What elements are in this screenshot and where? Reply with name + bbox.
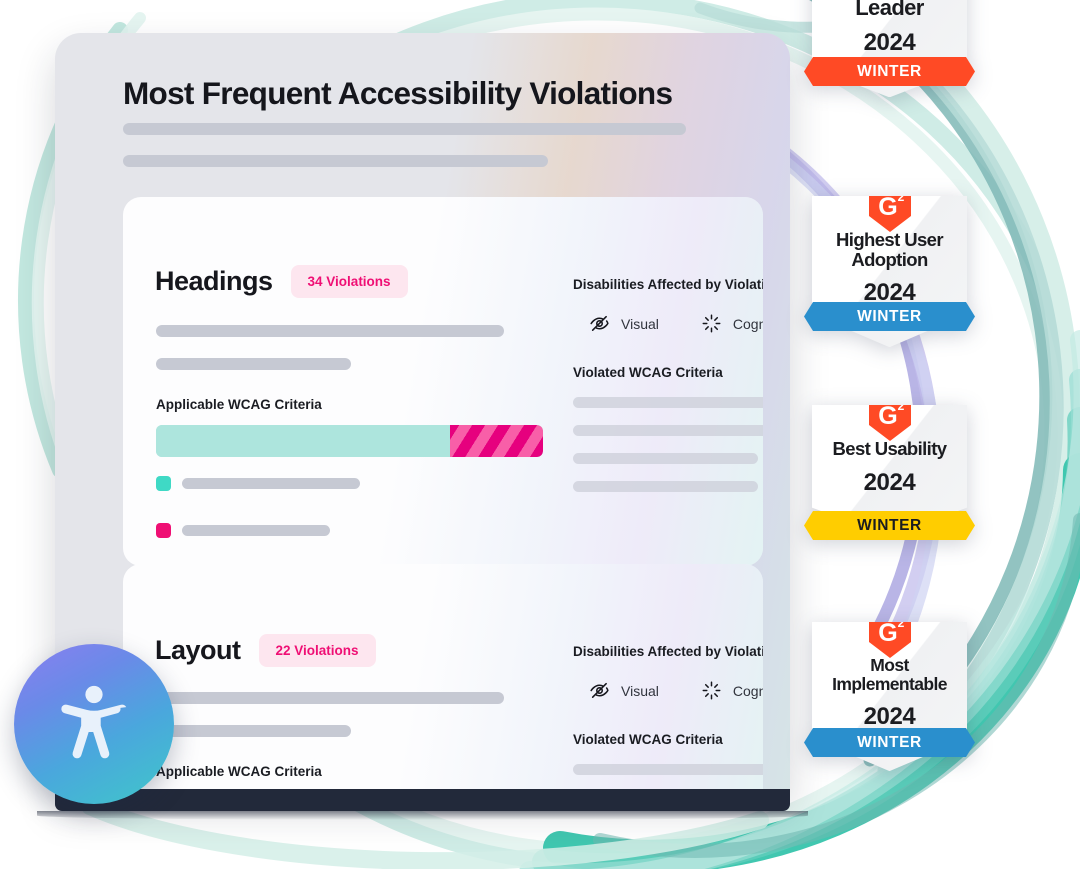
badge-season-ribbon: WINTER (804, 57, 975, 86)
g2-badge-highest-user-adoption[interactable]: G 2 Highest User Adoption 2024 WINTER (812, 196, 967, 348)
card-title: Layout (155, 635, 241, 665)
legend-swatch-pass (156, 476, 171, 491)
svg-text:2: 2 (897, 399, 904, 413)
disability-label: Cognitive (732, 682, 763, 699)
badge-year: 2024 (863, 29, 916, 57)
violated-row (573, 481, 758, 492)
eye-slash-icon (590, 682, 609, 698)
screenshot-root: Most Frequent Accessibility Violations H… (0, 0, 1080, 869)
violation-card-headings[interactable]: Headings 34 Violations Applicable WCAG C… (123, 197, 763, 566)
g2-shield-icon: G 2 (868, 616, 911, 658)
page-title: Most Frequent Accessibility Violations (123, 75, 673, 111)
svg-text:G: G (878, 193, 897, 221)
cognitive-burst-icon (702, 314, 721, 333)
card-header: Headings 34 Violations (155, 265, 408, 298)
applicable-criteria-label: Applicable WCAG Criteria (156, 397, 322, 412)
violated-row (573, 397, 763, 408)
applicable-criteria-label: Applicable WCAG Criteria (156, 764, 322, 779)
legend-row-pass (156, 476, 360, 491)
violated-row (573, 764, 763, 775)
progress-pass-segment (156, 425, 451, 457)
legend-skeleton-fail (182, 525, 330, 536)
card-title: Headings (155, 266, 273, 296)
accessibility-person-icon (61, 685, 127, 759)
svg-text:G: G (878, 402, 897, 430)
violated-criteria-label: Violated WCAG Criteria (573, 365, 723, 380)
badge-season-ribbon: WINTER (804, 511, 975, 540)
card-header: Layout 22 Violations (155, 634, 376, 667)
header-skeleton-line-1 (123, 123, 686, 135)
card-skeleton-line-2 (156, 358, 351, 370)
violation-card-layout[interactable]: Layout 22 Violations Applicable WCAG Cri… (123, 564, 763, 793)
header-skeleton-line-2 (123, 155, 548, 167)
disability-visual: Visual (589, 313, 659, 334)
legend-row-fail (156, 523, 330, 538)
g2-badge-best-usability[interactable]: G 2 Best Usability 2024 WINTER (812, 405, 967, 537)
badge-year: 2024 (863, 468, 916, 496)
badge-year: 2024 (863, 703, 916, 731)
app-window: Most Frequent Accessibility Violations H… (55, 33, 790, 793)
disability-cognitive: Cognitive (701, 680, 763, 701)
svg-text:2: 2 (897, 190, 904, 204)
g2-badge-leader[interactable]: G 2 Leader 2024 WINTER (812, 0, 967, 98)
card-skeleton-line-1 (156, 325, 504, 337)
disability-label: Visual (621, 682, 659, 699)
disability-label: Cognitive (732, 315, 763, 332)
violated-row (573, 425, 763, 436)
violated-row (573, 453, 758, 464)
g2-shield-icon: G 2 (868, 399, 911, 441)
legend-swatch-fail (156, 523, 171, 538)
badge-title: Highest User Adoption (836, 229, 944, 270)
badge-title: Most Implementable (832, 655, 947, 694)
card-skeleton-line-1 (156, 692, 504, 704)
eye-slash-icon (590, 315, 609, 331)
badge-title: Best Usability (832, 438, 948, 459)
badge-season-ribbon: WINTER (804, 302, 975, 331)
violations-badge: 34 Violations (290, 265, 408, 298)
disability-label: Visual (621, 315, 659, 332)
progress-fail-segment (450, 425, 543, 457)
wcag-progress-bar (156, 425, 543, 457)
cognitive-burst-icon (702, 681, 721, 700)
card-skeleton-line-2 (156, 725, 351, 737)
svg-text:2: 2 (897, 616, 904, 630)
badge-title: Leader (855, 0, 924, 20)
g2-shield-icon: G 2 (868, 190, 911, 232)
disabilities-affected-label: Disabilities Affected by Violations (573, 277, 763, 292)
disabilities-row: Visual Cognitive (589, 313, 763, 334)
disability-visual: Visual (589, 680, 659, 701)
disabilities-affected-label: Disabilities Affected by Violations (573, 644, 763, 659)
disabilities-row: Visual Cognitive (589, 680, 763, 701)
badge-season-ribbon: WINTER (804, 728, 975, 757)
svg-text:G: G (878, 619, 897, 647)
violated-criteria-label: Violated WCAG Criteria (573, 732, 723, 747)
g2-badge-most-implementable[interactable]: G 2 Most Implementable 2024 WINTER (812, 622, 967, 772)
violations-badge: 22 Violations (258, 634, 376, 667)
accessibility-widget-button[interactable] (14, 644, 174, 804)
device-base-bar (37, 789, 808, 820)
legend-skeleton-pass (182, 478, 360, 489)
disability-cognitive: Cognitive (701, 313, 763, 334)
